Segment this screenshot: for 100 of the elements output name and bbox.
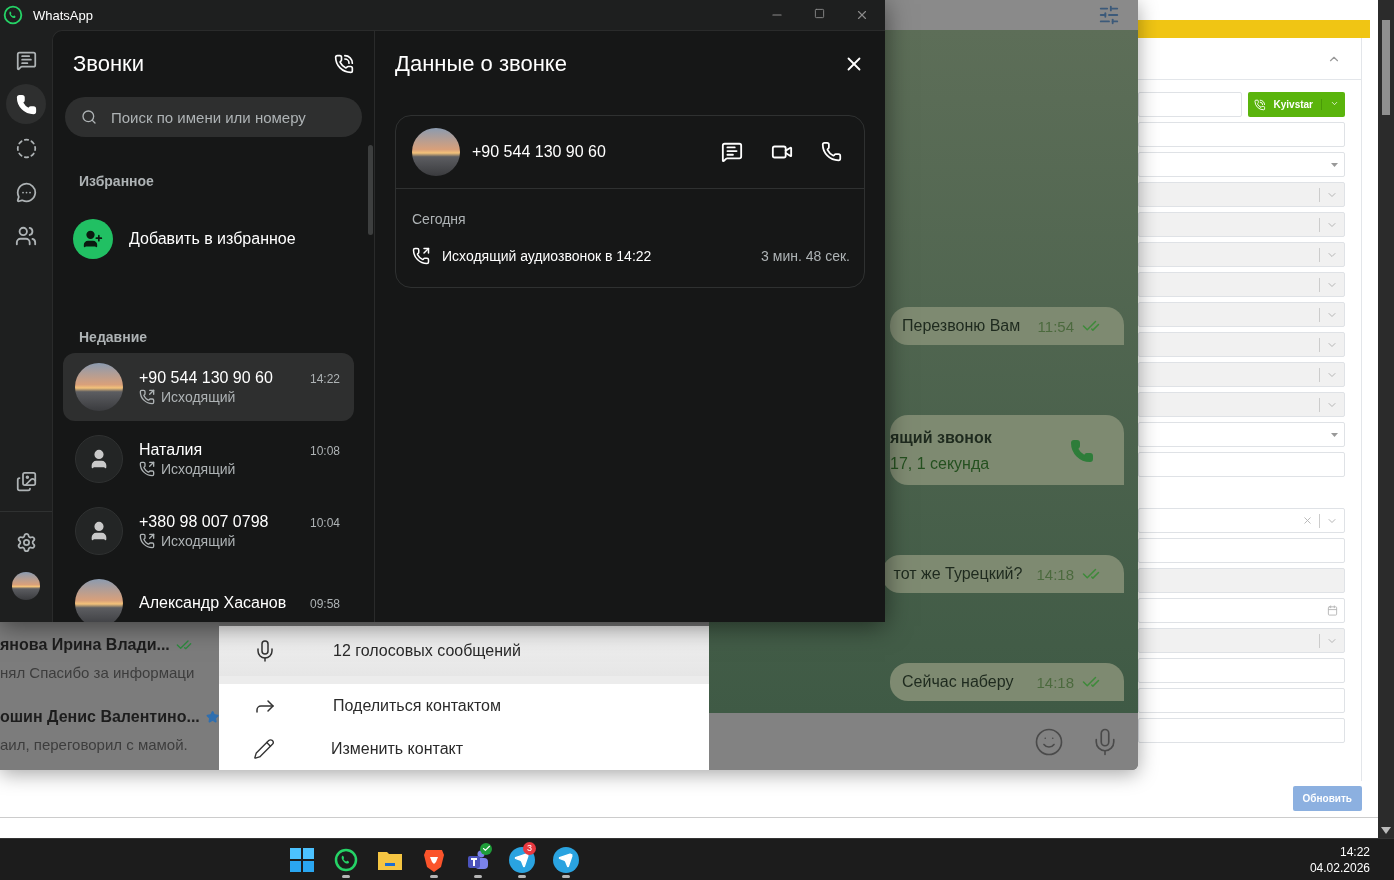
lion-shield-icon xyxy=(423,847,445,872)
avatar-icon xyxy=(75,507,123,555)
phone-icon xyxy=(1254,98,1266,111)
input-field[interactable] xyxy=(1138,538,1345,563)
pencil-icon xyxy=(253,737,275,760)
call-direction: Исходящий xyxy=(161,461,236,477)
chats-icon xyxy=(15,49,37,71)
dropdown-field[interactable] xyxy=(1138,332,1345,357)
call-list-item[interactable]: Наталия 10:08 Исходящий xyxy=(63,425,354,493)
dropdown-field[interactable] xyxy=(1138,508,1345,533)
input-field[interactable] xyxy=(1138,718,1345,743)
sliders-icon[interactable] xyxy=(1098,4,1120,26)
avatar-icon xyxy=(75,435,123,483)
dropdown-field[interactable] xyxy=(1138,182,1345,207)
avatar-photo xyxy=(12,572,40,600)
chat-phone-icon xyxy=(334,847,358,872)
chat-name[interactable]: янова Ирина Влади... xyxy=(0,636,170,654)
voice-call-button[interactable] xyxy=(821,141,842,163)
close-icon[interactable] xyxy=(855,8,869,22)
contact-name: Наталия xyxy=(139,441,203,459)
scrollbar[interactable] xyxy=(1378,0,1394,838)
call-time: 14:22 xyxy=(309,372,340,386)
calendar-icon xyxy=(1327,605,1338,616)
clock-date: 04.02.2026 xyxy=(1309,860,1370,875)
section-heading: Недавние xyxy=(78,328,149,345)
contact-name: Александр Хасанов xyxy=(139,594,287,612)
call-direction: Исходящий xyxy=(161,389,236,405)
caret-icon xyxy=(1331,432,1338,437)
call-duration: 3 мин. 48 сек. xyxy=(761,248,850,264)
caret-icon xyxy=(1331,162,1338,167)
outgoing-call-icon xyxy=(139,461,155,477)
clock-time: 14:22 xyxy=(1339,844,1370,859)
dropdown-field[interactable] xyxy=(1138,362,1345,387)
windows-logo-icon xyxy=(290,847,314,872)
input-field[interactable] xyxy=(1138,688,1345,713)
clear-icon xyxy=(1302,515,1313,526)
input-field[interactable] xyxy=(1138,658,1345,683)
input-field[interactable] xyxy=(1138,452,1345,477)
input-field[interactable] xyxy=(1138,122,1345,147)
chat-preview: аил, переговорил с мамой. xyxy=(0,736,189,753)
maximize-icon[interactable] xyxy=(814,8,825,19)
people-icon xyxy=(15,225,37,247)
avatar-photo xyxy=(75,579,123,622)
window-title: WhatsApp xyxy=(33,7,93,23)
dropdown-field[interactable] xyxy=(1138,272,1345,297)
contact-number: +90 544 130 90 60 xyxy=(472,143,607,161)
search-field[interactable]: Поиск по имени или номеру xyxy=(65,97,362,137)
call-time: 10:08 xyxy=(309,444,340,458)
phone-icon xyxy=(15,93,37,115)
message-icon xyxy=(721,141,743,163)
call-list-item[interactable]: +90 544 130 90 60 14:22 Исходящий xyxy=(63,353,354,421)
call-bubble: ящий звонок 17, 1 секунда xyxy=(890,415,1124,485)
phone-icon xyxy=(821,141,842,162)
star-icon xyxy=(205,709,219,725)
outgoing-call-icon xyxy=(412,247,430,265)
avatar-photo xyxy=(412,128,460,176)
section-heading: Избранное xyxy=(78,172,155,189)
message-button[interactable] xyxy=(721,141,743,163)
day-label: Сегодня xyxy=(412,211,467,227)
call-time: 09:58 xyxy=(309,597,340,611)
call-direction: Исходящий xyxy=(161,533,236,549)
dropdown-field[interactable] xyxy=(1138,242,1345,267)
status-icon xyxy=(15,137,37,159)
emoji-icon[interactable] xyxy=(1034,726,1064,757)
nav-button[interactable] xyxy=(6,84,46,124)
dropdown-field[interactable] xyxy=(1138,422,1345,447)
notification-badge: 3 xyxy=(523,841,536,855)
outgoing-call-icon xyxy=(139,533,155,549)
panel-title: Данные о звонке xyxy=(395,51,567,77)
chat-phone-icon xyxy=(3,5,23,25)
add-favorite-button[interactable]: Добавить в избранное xyxy=(63,219,354,259)
settings-icon xyxy=(15,531,37,553)
taskbar-app[interactable]: 3 xyxy=(506,841,538,878)
call-list-item[interactable]: Александр Хасанов 09:58 xyxy=(63,569,354,622)
paper-plane-icon xyxy=(553,846,579,873)
dropdown-field[interactable] xyxy=(1138,392,1345,417)
date-field[interactable] xyxy=(1138,598,1345,623)
call-time: 10:04 xyxy=(309,516,340,530)
chat-name[interactable]: ошин Денис Валентино... xyxy=(0,708,200,726)
phone-icon xyxy=(1070,439,1094,463)
call-description: Исходящий аудиозвонок в 14:22 xyxy=(442,248,653,264)
caret-icon xyxy=(1330,99,1339,108)
status-check-icon xyxy=(480,842,492,855)
dropdown-field[interactable] xyxy=(1138,212,1345,237)
avatar-photo xyxy=(75,363,123,411)
panel-title: Звонки xyxy=(73,51,145,77)
add-person-icon xyxy=(83,229,103,249)
dropdown-field[interactable] xyxy=(1138,152,1345,177)
paper-plane-icon xyxy=(509,846,535,873)
contact-name: +90 544 130 90 60 xyxy=(139,369,273,387)
voice-messages-row[interactable]: 12 голосовых сообщений xyxy=(219,626,709,684)
contact-name: +380 98 007 0798 xyxy=(139,513,269,531)
input-field[interactable] xyxy=(1138,92,1242,117)
input-field[interactable] xyxy=(1138,568,1345,593)
chat-preview: нял Спасибо за информаци xyxy=(0,664,196,681)
call-list-item[interactable]: +380 98 007 0798 10:04 Исходящий xyxy=(63,497,354,565)
dropdown-field[interactable] xyxy=(1138,302,1345,327)
channels-icon xyxy=(15,181,37,203)
dropdown-field[interactable] xyxy=(1138,628,1345,653)
search-icon xyxy=(81,109,97,125)
